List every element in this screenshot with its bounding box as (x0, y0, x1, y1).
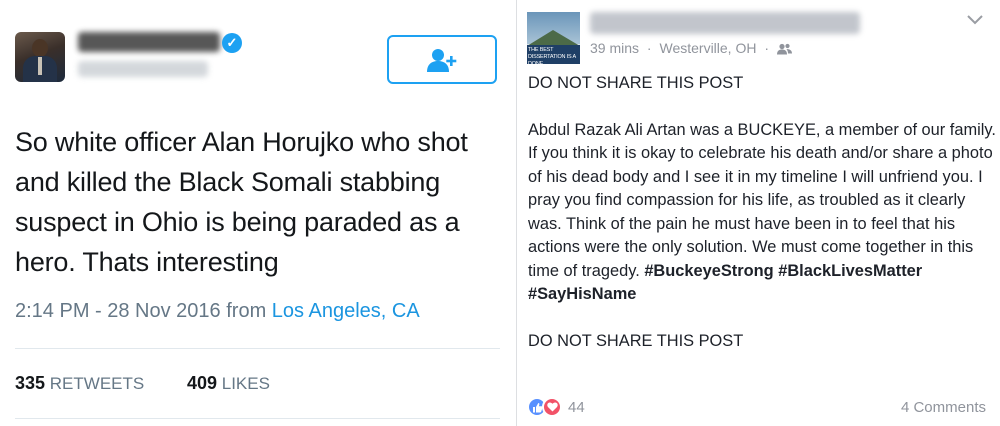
retweets-label: RETWEETS (49, 374, 145, 393)
verified-badge-icon: ✓ (222, 33, 242, 53)
facebook-post: THE BEST DISSERTATION IS A DONE DISSERTA… (516, 0, 1000, 426)
post-paragraph: Abdul Razak Ali Artan was a BUCKEYE, a m… (528, 119, 998, 307)
post-body-text: Abdul Razak Ali Artan was a BUCKEYE, a m… (528, 120, 996, 280)
retweets-stat[interactable]: 335 RETWEETS (15, 373, 144, 394)
tweet-card: ✓ So white officer Alan Horujko who shot… (0, 0, 516, 426)
fb-author-avatar[interactable]: THE BEST DISSERTATION IS A DONE DISSERTA… (527, 12, 580, 64)
chevron-down-icon[interactable] (966, 12, 984, 26)
fb-post-meta: 39 mins · Westerville, OH · (590, 40, 792, 56)
add-user-icon (427, 48, 457, 72)
hashtag-buckeyestrong[interactable]: #BuckeyeStrong (644, 262, 773, 280)
meta-separator: · (764, 40, 770, 56)
friends-icon[interactable] (776, 43, 792, 55)
retweets-count: 335 (15, 373, 46, 393)
tweet-time[interactable]: 2:14 PM - 28 Nov 2016 from (15, 300, 272, 322)
fb-post-place[interactable]: Westerville, OH (659, 40, 756, 56)
reactions-summary[interactable]: 44 (527, 395, 585, 419)
post-warning-bottom: DO NOT SHARE THIS POST (528, 331, 744, 350)
heart-icon (542, 397, 562, 417)
hashtag-blacklivesmatter[interactable]: #BlackLivesMatter (778, 262, 922, 280)
hashtag-sayhisname[interactable]: #SayHisName (528, 285, 636, 303)
tweet-author-avatar[interactable] (15, 32, 65, 82)
tweet-timestamp: 2:14 PM - 28 Nov 2016 from Los Angeles, … (15, 300, 420, 323)
fb-post-body: DO NOT SHARE THIS POST Abdul Razak Ali A… (528, 72, 998, 353)
comments-count-link[interactable]: 4 Comments (901, 399, 986, 416)
tweet-author-name-redacted[interactable] (78, 32, 220, 52)
fb-author-name-redacted[interactable] (590, 12, 860, 34)
tweet-stats: 335 RETWEETS 409 LIKES (15, 373, 308, 394)
likes-label: LIKES (221, 374, 270, 393)
reactions-count: 44 (568, 398, 585, 416)
tweet-text: So white officer Alan Horujko who shot a… (15, 127, 468, 277)
likes-stat[interactable]: 409 LIKES (187, 373, 270, 394)
fb-post-time[interactable]: 39 mins (590, 40, 639, 56)
divider (15, 418, 500, 419)
avatar-caption: THE BEST DISSERTATION IS A DONE DISSERTA… (527, 45, 580, 64)
post-warning-top: DO NOT SHARE THIS POST (528, 74, 744, 92)
likes-count: 409 (186, 373, 218, 393)
tweet-author-handle-redacted[interactable] (78, 61, 208, 77)
meta-separator: · (646, 40, 652, 56)
tweet-location-link[interactable]: Los Angeles, CA (272, 300, 420, 322)
divider (15, 348, 500, 349)
follow-button[interactable] (387, 35, 497, 84)
